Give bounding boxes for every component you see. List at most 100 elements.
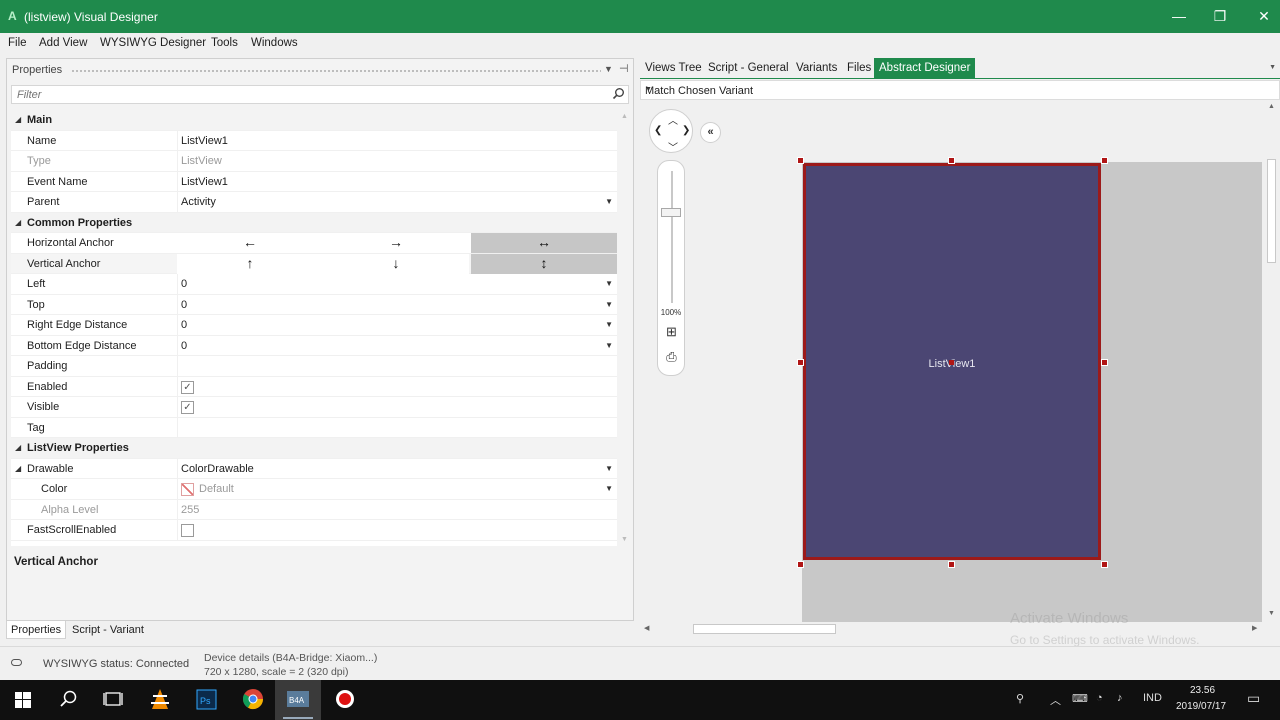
- clock-date[interactable]: 2019/07/17: [1176, 701, 1226, 712]
- property-value[interactable]: 0: [181, 278, 187, 290]
- dropdown-arrow-icon[interactable]: ▼: [605, 197, 613, 206]
- property-row-enabled[interactable]: Enabled ✓: [11, 376, 617, 397]
- panel-menu-chevron-icon[interactable]: ▼: [604, 64, 613, 74]
- export-screenshot-icon[interactable]: ⎙: [664, 350, 679, 365]
- scroll-right-icon[interactable]: ▶: [1252, 624, 1257, 632]
- collapse-triangle-icon[interactable]: ◢: [15, 115, 21, 124]
- windows-start-icon[interactable]: [0, 680, 46, 720]
- scroll-down-icon[interactable]: ▼: [1268, 610, 1275, 617]
- enabled-checkbox[interactable]: ✓: [181, 380, 194, 394]
- tab-variants[interactable]: Variants: [796, 62, 837, 74]
- dropdown-arrow-icon[interactable]: ▼: [605, 279, 613, 288]
- menu-windows[interactable]: Windows: [251, 37, 298, 49]
- category-common-properties[interactable]: ◢ Common Properties: [11, 212, 617, 233]
- property-row-fastscroll[interactable]: FastScrollEnabled: [11, 520, 617, 541]
- resize-handle-left[interactable]: [797, 359, 804, 366]
- clock-time[interactable]: 23.56: [1190, 685, 1215, 696]
- collapse-triangle-icon[interactable]: ◢: [15, 443, 21, 452]
- property-value[interactable]: ListView1: [181, 176, 228, 188]
- property-row-drawable[interactable]: ◢ Drawable ColorDrawable ▼: [11, 458, 617, 479]
- designer-vertical-scrollbar[interactable]: ▲ ▼: [1266, 101, 1278, 623]
- collapse-triangle-icon[interactable]: ◢: [15, 218, 21, 227]
- property-value[interactable]: 0: [181, 299, 187, 311]
- tab-properties[interactable]: Properties: [6, 621, 67, 639]
- property-row-parent[interactable]: Parent Activity ▼: [11, 192, 617, 213]
- property-row-right-edge[interactable]: Right Edge Distance 0 ▼: [11, 315, 617, 336]
- scroll-thumb[interactable]: [693, 624, 836, 634]
- dropdown-arrow-icon[interactable]: ▼: [605, 484, 613, 493]
- resize-handle-top-left[interactable]: [797, 157, 804, 164]
- pan-up-icon[interactable]: ︿: [668, 112, 678, 127]
- anchor-left-button[interactable]: ←: [177, 233, 323, 253]
- people-icon[interactable]: ⚲: [1016, 692, 1024, 705]
- pan-right-icon[interactable]: ❯: [682, 125, 690, 136]
- property-row-left[interactable]: Left 0 ▼: [11, 274, 617, 295]
- resize-handle-top-right[interactable]: [1101, 157, 1108, 164]
- menu-file[interactable]: File: [8, 37, 27, 49]
- tab-files[interactable]: Files: [847, 62, 871, 74]
- pin-icon[interactable]: ⊣: [619, 62, 629, 75]
- dropdown-arrow-icon[interactable]: ▼: [645, 86, 1275, 93]
- property-value[interactable]: ColorDrawable: [181, 463, 254, 475]
- property-value[interactable]: 255: [181, 504, 199, 516]
- category-main[interactable]: ◢ Main: [11, 110, 617, 131]
- property-row-color[interactable]: Color Default ▼: [11, 479, 617, 500]
- property-row-event-name[interactable]: Event Name ListView1: [11, 171, 617, 192]
- resize-handle-top[interactable]: [948, 157, 955, 164]
- property-row-vertical-anchor[interactable]: Vertical Anchor ↑ ↓ ↕: [11, 253, 617, 274]
- dropdown-arrow-icon[interactable]: ▼: [605, 320, 613, 329]
- photoshop-icon[interactable]: Ps: [183, 680, 229, 720]
- tab-views-tree[interactable]: Views Tree: [645, 62, 702, 74]
- property-row-tag[interactable]: Tag: [11, 417, 617, 438]
- property-row-alpha-level[interactable]: Alpha Level 255: [11, 499, 617, 520]
- anchor-top-button[interactable]: ↑: [177, 253, 323, 274]
- wifi-icon[interactable]: ◔: [1096, 692, 1103, 704]
- minimize-button[interactable]: —: [1157, 0, 1201, 33]
- menu-add-view[interactable]: Add View: [39, 37, 87, 49]
- zoom-slider-track[interactable]: [671, 171, 673, 303]
- property-row-padding[interactable]: Padding: [11, 356, 617, 377]
- tab-script-variant[interactable]: Script - Variant: [72, 624, 144, 636]
- property-row-visible[interactable]: Visible ✓: [11, 397, 617, 418]
- resize-handle-bottom-left[interactable]: [797, 561, 804, 568]
- anchor-bottom-button[interactable]: ↓: [323, 253, 469, 274]
- pan-left-icon[interactable]: ❮: [654, 125, 662, 136]
- visible-checkbox[interactable]: ✓: [181, 401, 194, 414]
- property-value[interactable]: ListView1: [181, 135, 228, 147]
- chrome-icon[interactable]: [230, 680, 276, 720]
- fit-to-screen-icon[interactable]: ⊞: [664, 325, 679, 340]
- show-hidden-icons-chevron-icon[interactable]: ︿: [1050, 692, 1061, 708]
- close-button[interactable]: ✕: [1242, 0, 1280, 33]
- collapse-panel-button[interactable]: «: [700, 122, 721, 143]
- resize-handle-right[interactable]: [1101, 359, 1108, 366]
- property-row-name[interactable]: Name ListView1: [11, 130, 617, 151]
- menu-tools[interactable]: Tools: [211, 37, 238, 49]
- property-value[interactable]: 0: [181, 340, 187, 352]
- pan-down-icon[interactable]: ﹀: [668, 139, 678, 154]
- property-row-horizontal-anchor[interactable]: Horizontal Anchor ← → ↔: [11, 233, 617, 254]
- dropdown-arrow-icon[interactable]: ▼: [605, 341, 613, 350]
- category-listview-properties[interactable]: ◢ ListView Properties: [11, 438, 617, 459]
- ime-icon[interactable]: ⌨: [1072, 692, 1088, 705]
- collapse-triangle-icon[interactable]: ◢: [15, 464, 21, 473]
- language-indicator[interactable]: IND: [1143, 692, 1162, 704]
- scroll-down-icon[interactable]: ▼: [621, 536, 628, 543]
- record-icon[interactable]: [322, 680, 368, 720]
- volume-icon[interactable]: ♪: [1117, 692, 1123, 704]
- tabs-overflow-chevron-icon[interactable]: ▼: [1269, 64, 1276, 71]
- fastscroll-checkbox[interactable]: [181, 524, 194, 537]
- filter-input[interactable]: [12, 86, 602, 103]
- property-row-bottom-edge[interactable]: Bottom Edge Distance 0 ▼: [11, 335, 617, 356]
- variant-select[interactable]: Match Chosen Variant ▼: [640, 80, 1280, 100]
- scroll-up-icon[interactable]: ▲: [1268, 103, 1275, 110]
- dropdown-arrow-icon[interactable]: ▼: [605, 300, 613, 309]
- zoom-slider-thumb[interactable]: [661, 208, 681, 217]
- property-value[interactable]: Default: [199, 483, 234, 495]
- anchor-right-button[interactable]: →: [323, 233, 469, 253]
- resize-handle-bottom[interactable]: [948, 561, 955, 568]
- property-value[interactable]: Activity: [181, 196, 216, 208]
- dropdown-arrow-icon[interactable]: ▼: [605, 464, 613, 473]
- tab-script-general[interactable]: Script - General: [708, 62, 789, 74]
- b4a-icon[interactable]: B4A: [275, 680, 321, 720]
- anchor-both-horizontal-button[interactable]: ↔: [471, 233, 617, 253]
